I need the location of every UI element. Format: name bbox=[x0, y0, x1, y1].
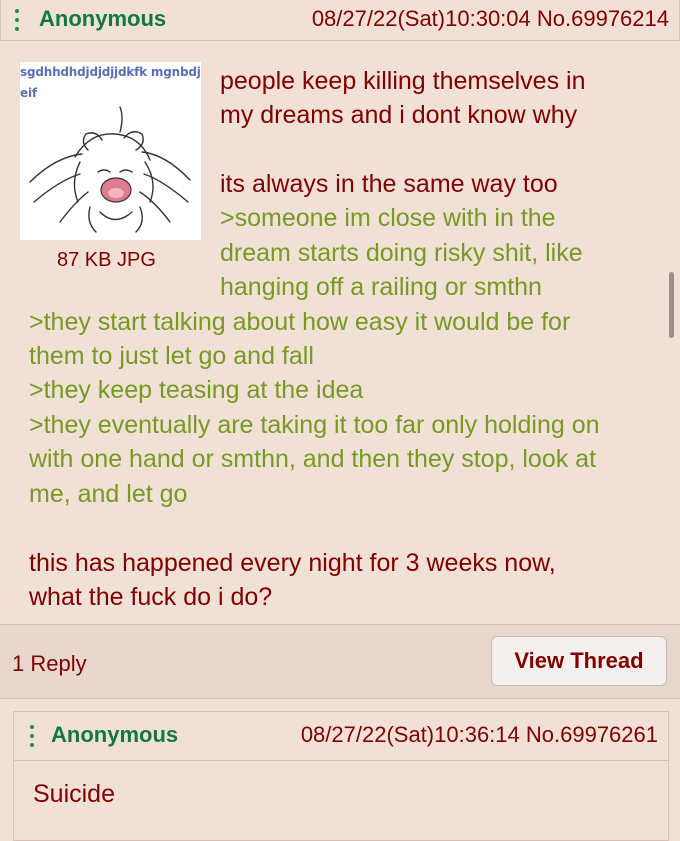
post-text-line: its always in the same way too bbox=[220, 170, 558, 198]
anime-girl-drawing bbox=[29, 106, 191, 233]
thumbnail-image[interactable]: sgdhhdhdjdjdjjdkfk mgnbdjeif bbox=[20, 62, 201, 240]
greentext-line: hanging off a railing or smthn bbox=[220, 273, 542, 301]
post-text-line: this has happened every night for 3 week… bbox=[29, 549, 556, 577]
greentext-line: me, and let go bbox=[29, 480, 188, 508]
reply-text: Suicide bbox=[33, 780, 115, 808]
greentext-line: them to just let go and fall bbox=[29, 342, 314, 370]
post-text-line: people keep killing themselves in bbox=[220, 67, 586, 95]
poster-name: Anonymous bbox=[51, 722, 179, 747]
file-info: 87 KB JPG bbox=[57, 249, 156, 271]
menu-dots-icon[interactable] bbox=[30, 725, 34, 747]
reply-count[interactable]: 1 Reply bbox=[12, 651, 87, 677]
post-meta[interactable]: 08/27/22(Sat)10:36:14 No.69976261 bbox=[301, 722, 658, 748]
greentext-line: with one hand or smthn, and then they st… bbox=[29, 445, 597, 473]
greentext-line: >someone im close with in the bbox=[220, 204, 556, 232]
thread-footer: 1 Reply View Thread bbox=[0, 625, 680, 698]
op-post: Anonymous 08/27/22(Sat)10:30:04 No.69976… bbox=[0, 0, 680, 699]
post-text-line: what the fuck do i do? bbox=[29, 583, 273, 611]
reply-header: Anonymous 08/27/22(Sat)10:36:14 No.69976… bbox=[14, 712, 668, 761]
greentext-line: >they keep teasing at the idea bbox=[29, 376, 364, 404]
menu-dots-icon[interactable] bbox=[15, 9, 19, 31]
poster-name: Anonymous bbox=[39, 6, 167, 31]
greentext-line: >they start talking about how easy it wo… bbox=[29, 308, 571, 336]
scrollbar[interactable] bbox=[669, 272, 674, 338]
post-text-line: my dreams and i dont know why bbox=[220, 101, 578, 129]
op-header: Anonymous 08/27/22(Sat)10:30:04 No.69976… bbox=[0, 0, 680, 41]
view-thread-button[interactable]: View Thread bbox=[491, 636, 667, 686]
greentext-line: dream starts doing risky shit, like bbox=[220, 239, 583, 267]
reply-post: Anonymous 08/27/22(Sat)10:36:14 No.69976… bbox=[13, 711, 669, 841]
post-meta[interactable]: 08/27/22(Sat)10:30:04 No.69976214 bbox=[312, 6, 669, 32]
greentext-line: >they eventually are taking it too far o… bbox=[29, 411, 600, 439]
